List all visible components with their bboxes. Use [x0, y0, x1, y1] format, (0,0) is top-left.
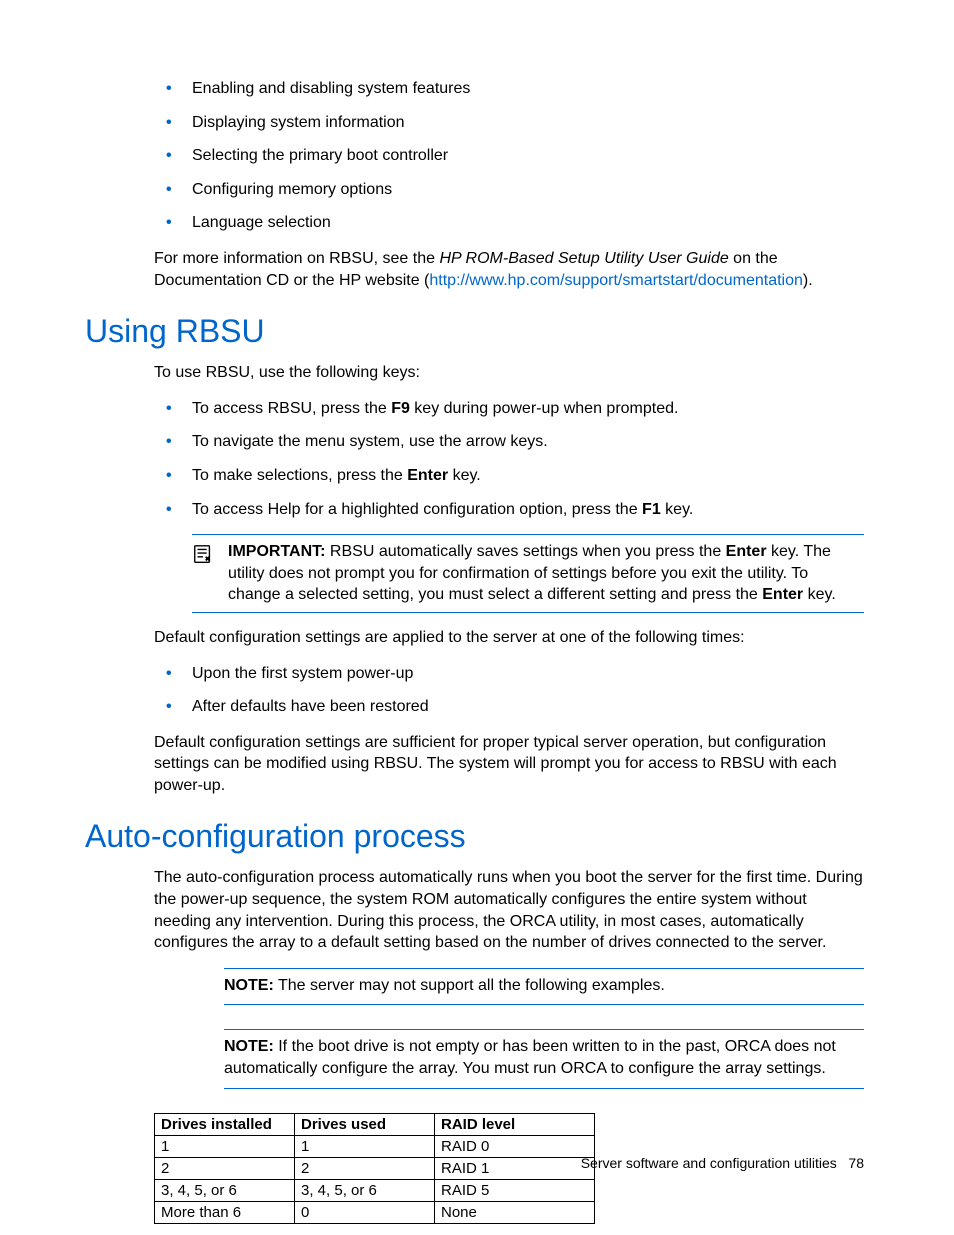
text: key.: [448, 467, 481, 484]
text: To make selections, press the: [192, 467, 407, 484]
list-item: Language selection: [154, 212, 864, 234]
table-row: 3, 4, 5, or 6 3, 4, 5, or 6 RAID 5: [155, 1179, 595, 1201]
list-item: To make selections, press the Enter key.: [154, 465, 864, 487]
text: To navigate the menu system, use the arr…: [192, 433, 548, 450]
cell: 3, 4, 5, or 6: [155, 1179, 295, 1201]
page-number: 78: [848, 1155, 864, 1171]
table-row: 2 2 RAID 1: [155, 1157, 595, 1179]
cell: 2: [155, 1157, 295, 1179]
text: To access Help for a highlighted configu…: [192, 501, 642, 518]
text: The server may not support all the follo…: [274, 977, 665, 994]
key-name: Enter: [726, 543, 767, 560]
list-item: To access Help for a highlighted configu…: [154, 499, 864, 521]
text: RBSU automatically saves settings when y…: [325, 543, 725, 560]
text: ).: [803, 272, 813, 289]
text: To access RBSU, press the: [192, 400, 391, 417]
cell: 3, 4, 5, or 6: [295, 1179, 435, 1201]
key-name: F9: [391, 400, 410, 417]
auto-config-intro: The auto-configuration process automatic…: [154, 867, 864, 953]
key-name: F1: [642, 501, 661, 518]
note-label: NOTE:: [224, 977, 274, 994]
list-item: To navigate the menu system, use the arr…: [154, 431, 864, 453]
cell: RAID 0: [435, 1135, 595, 1157]
table-row: More than 6 0 None: [155, 1201, 595, 1223]
document-page: Enabling and disabling system features D…: [0, 0, 954, 1235]
cell: RAID 5: [435, 1179, 595, 1201]
table-header-row: Drives installed Drives used RAID level: [155, 1113, 595, 1135]
cell: 0: [295, 1201, 435, 1223]
key-name: Enter: [762, 586, 803, 603]
note-callout-1: NOTE: The server may not support all the…: [224, 968, 864, 1006]
defaults-intro: Default configuration settings are appli…: [154, 627, 864, 649]
col-header: Drives used: [295, 1113, 435, 1135]
defaults-bullet-list: Upon the first system power-up After def…: [154, 663, 864, 718]
list-item: Selecting the primary boot controller: [154, 145, 864, 167]
cell: More than 6: [155, 1201, 295, 1223]
hp-support-link[interactable]: http://www.hp.com/support/smartstart/doc…: [429, 272, 803, 289]
text: For more information on RBSU, see the: [154, 250, 439, 267]
list-item: Enabling and disabling system features: [154, 78, 864, 100]
list-item: To access RBSU, press the F9 key during …: [154, 398, 864, 420]
using-rbsu-bullet-list: To access RBSU, press the F9 key during …: [154, 398, 864, 520]
text: key.: [661, 501, 694, 518]
guide-title: HP ROM-Based Setup Utility User Guide: [439, 250, 728, 267]
intro-more-info: For more information on RBSU, see the HP…: [154, 248, 864, 291]
col-header: Drives installed: [155, 1113, 295, 1135]
note-text: NOTE: The server may not support all the…: [224, 975, 864, 997]
text: If the boot drive is not empty or has be…: [224, 1038, 836, 1077]
cell: 1: [295, 1135, 435, 1157]
list-item: Configuring memory options: [154, 179, 864, 201]
important-note-icon: [192, 541, 214, 606]
important-callout: IMPORTANT: RBSU automatically saves sett…: [192, 534, 864, 613]
using-rbsu-intro: To use RBSU, use the following keys:: [154, 362, 864, 384]
raid-table: Drives installed Drives used RAID level …: [154, 1113, 595, 1224]
footer-section: Server software and configuration utilit…: [581, 1155, 837, 1171]
page-footer: Server software and configuration utilit…: [581, 1155, 864, 1171]
intro-bullet-list: Enabling and disabling system features D…: [154, 78, 864, 234]
col-header: RAID level: [435, 1113, 595, 1135]
text: key during power-up when prompted.: [410, 400, 679, 417]
list-item: Displaying system information: [154, 112, 864, 134]
auto-config-heading: Auto-configuration process: [85, 818, 864, 855]
note-callout-2: NOTE: If the boot drive is not empty or …: [224, 1029, 864, 1088]
important-text: IMPORTANT: RBSU automatically saves sett…: [228, 541, 864, 606]
cell: None: [435, 1201, 595, 1223]
using-rbsu-heading: Using RBSU: [85, 313, 864, 350]
important-label: IMPORTANT:: [228, 543, 325, 560]
note-label: NOTE:: [224, 1038, 274, 1055]
defaults-outro: Default configuration settings are suffi…: [154, 732, 864, 797]
cell: 2: [295, 1157, 435, 1179]
key-name: Enter: [407, 467, 448, 484]
cell: RAID 1: [435, 1157, 595, 1179]
list-item: After defaults have been restored: [154, 696, 864, 718]
using-rbsu-block: To use RBSU, use the following keys: To …: [154, 362, 864, 796]
cell: 1: [155, 1135, 295, 1157]
text: key.: [803, 586, 836, 603]
list-item: Upon the first system power-up: [154, 663, 864, 685]
table-row: 1 1 RAID 0: [155, 1135, 595, 1157]
intro-block: Enabling and disabling system features D…: [154, 78, 864, 291]
note-text: NOTE: If the boot drive is not empty or …: [224, 1036, 864, 1079]
